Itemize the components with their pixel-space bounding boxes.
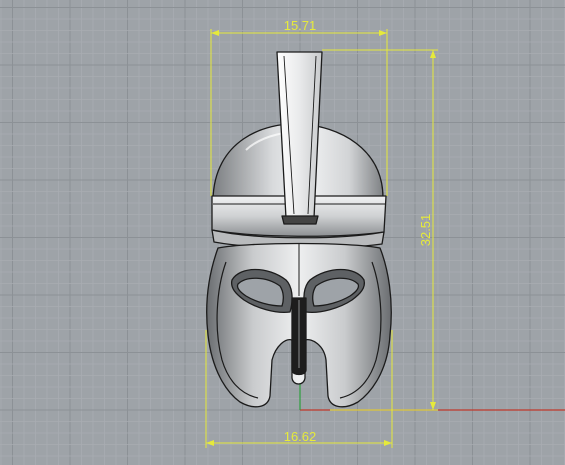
3d-viewport[interactable]: 15.71 16.62 32.51 [0,0,565,465]
helmet-model[interactable] [206,51,392,408]
dimension-height-label: 32.51 [418,214,433,247]
helmet-crest-base [281,215,319,225]
dimension-top-width-label: 15.71 [284,18,317,33]
dimension-bottom-width-label: 16.62 [284,429,317,444]
viewport-canvas[interactable]: 15.71 16.62 32.51 [0,0,565,465]
